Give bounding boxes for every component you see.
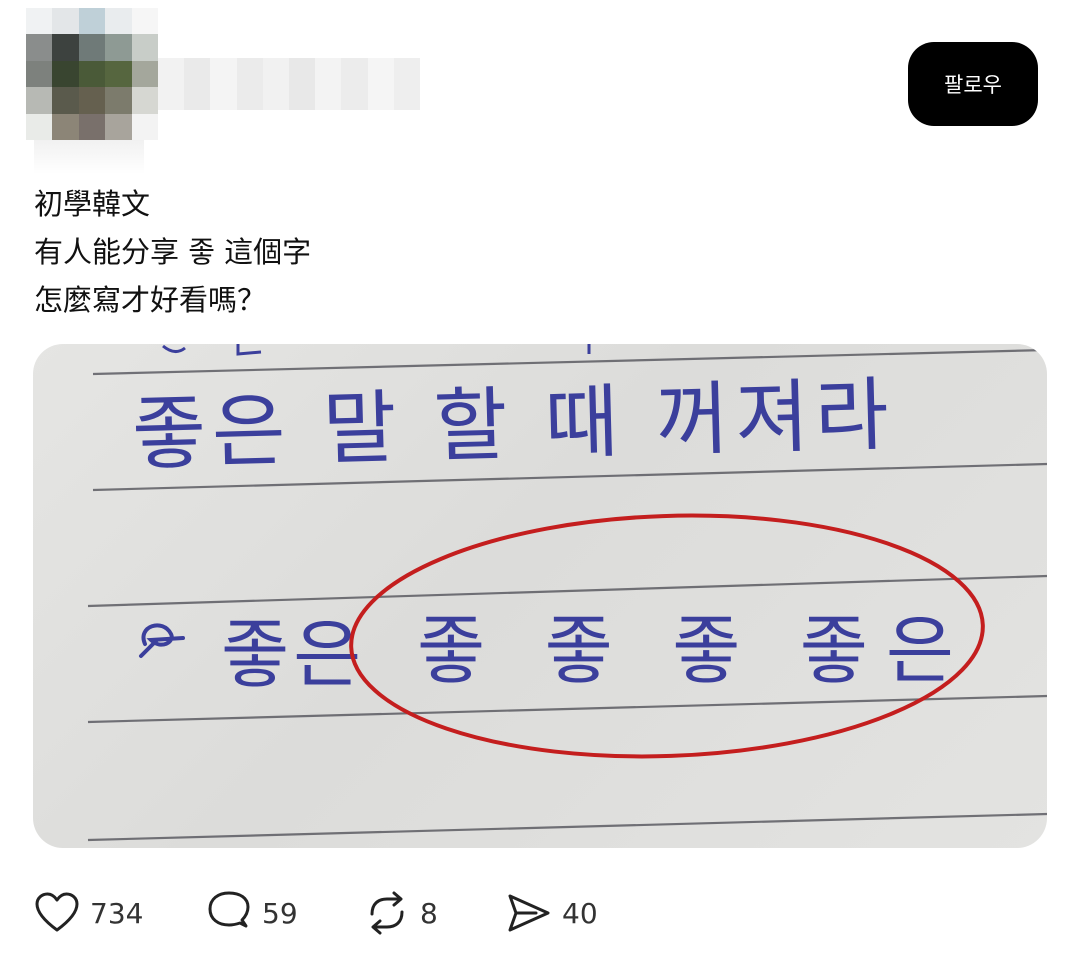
- post-screen: 팔로우 初學韓文 有人能分享 좋 這個字 怎麼寫才好看嗎？ 좋은 말 할 때 꺼…: [0, 0, 1080, 957]
- share-icon: [506, 890, 552, 936]
- ink-fragment: [236, 344, 262, 356]
- notebook-rule-line: [92, 348, 1047, 376]
- notebook-photo-drawing: 좋은 말 할 때 꺼져라 좋은 좋 좋 좋 좋은: [87, 344, 1047, 842]
- follow-button[interactable]: 팔로우: [908, 42, 1038, 126]
- repost-icon: [364, 890, 410, 936]
- username-blurred[interactable]: [158, 58, 421, 110]
- post-body: 初學韓文 有人能分享 좋 這個字 怎麼寫才好看嗎？: [34, 180, 1014, 324]
- share-button[interactable]: 40: [506, 888, 598, 938]
- heart-icon: [34, 890, 80, 936]
- handwriting-line-2-label: 좋은: [221, 612, 365, 698]
- share-count: 40: [562, 896, 598, 930]
- post-text-line: 初學韓文: [34, 187, 151, 221]
- avatar-shadow: [34, 140, 144, 174]
- comment-icon: [206, 890, 252, 936]
- handwriting-circled-practice: 좋 좋 좋 좋은: [417, 608, 972, 694]
- post-photo[interactable]: 좋은 말 할 때 꺼져라 좋은 좋 좋 좋 좋은: [33, 344, 1047, 848]
- comment-button[interactable]: 59: [206, 888, 298, 938]
- post-text-line: 有人能分享 좋 這個字: [34, 235, 312, 269]
- action-bar: 734 59 8 40: [34, 888, 734, 938]
- avatar-pixelated-image: [26, 8, 158, 140]
- notebook-rule-line: [87, 812, 1047, 842]
- bullet-mark: [139, 623, 185, 658]
- ink-fragment: [162, 344, 186, 353]
- repost-button[interactable]: 8: [364, 888, 438, 938]
- handwriting-line-1: 좋은 말 할 때 꺼져라: [131, 368, 896, 481]
- post-text-line: 怎麼寫才好看嗎？: [34, 283, 267, 317]
- avatar[interactable]: [26, 8, 158, 174]
- like-button[interactable]: 734: [34, 888, 143, 938]
- repost-count: 8: [420, 896, 438, 930]
- like-count: 734: [90, 896, 144, 930]
- comment-count: 59: [262, 896, 298, 930]
- notebook-rule-line: [87, 574, 1047, 608]
